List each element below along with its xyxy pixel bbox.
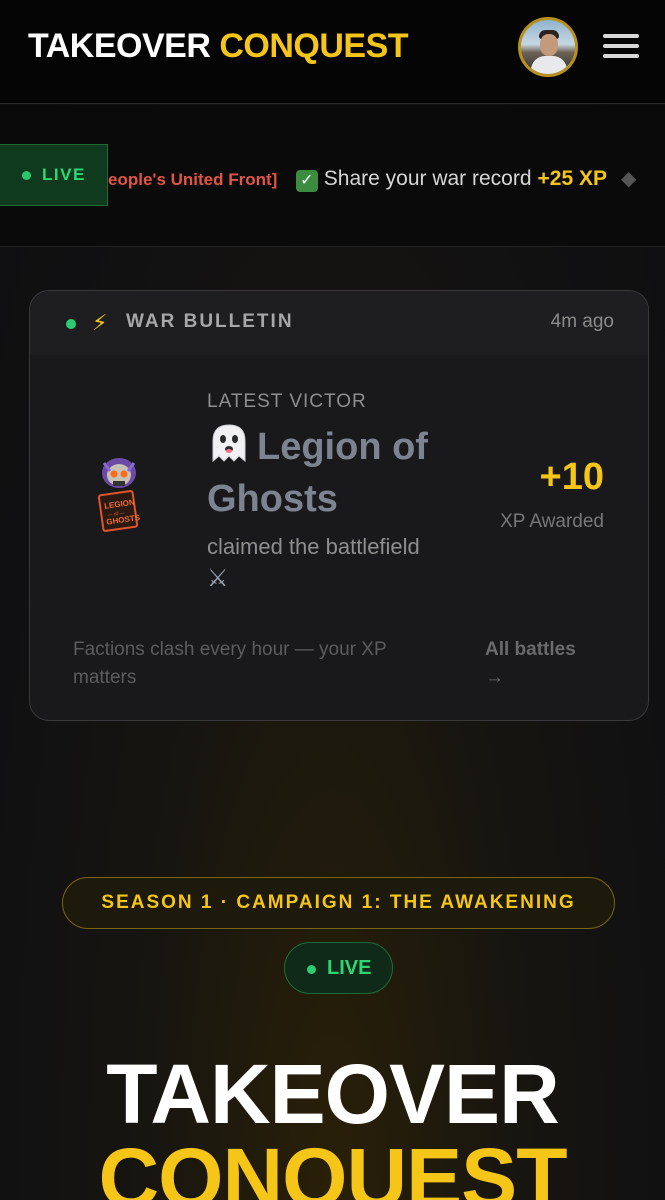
brand-logo[interactable]: TAKEOVER CONQUEST [28, 26, 409, 66]
xp-awarded-value: +10 [539, 456, 604, 498]
ticker-track: eople's United Front] ✓ Share your war re… [108, 157, 665, 201]
ghost-icon [212, 424, 246, 463]
ticker-share-text: Share your war record [323, 167, 532, 190]
hero-title: TAKEOVER CONQUEST [0, 1052, 665, 1200]
bulletin-header: ⚡ WAR BULLETIN 4m ago [30, 291, 648, 355]
lightning-bolt-icon: ⚡ [92, 310, 108, 335]
page: TAKEOVER CONQUEST eople's United Front] … [0, 0, 665, 1200]
ticker-live-chip: LIVE [0, 144, 108, 206]
latest-victor-label: LATEST VICTOR [207, 391, 367, 412]
all-battles-link[interactable]: All battles → [485, 636, 595, 692]
live-dot-icon [22, 171, 31, 180]
season-campaign-badge: SEASON 1 · CAMPAIGN 1: THE AWAKENING [62, 877, 615, 929]
hero-title-line-2: CONQUEST [98, 1131, 567, 1200]
brand-word-conquest: CONQUEST [219, 27, 409, 65]
avatar-face [540, 34, 558, 56]
bulletin-footer-note: Factions clash every hour — your XP matt… [73, 639, 387, 688]
ticker-share-item[interactable]: ✓ Share your war record +25 XP ◆ [292, 157, 637, 201]
avatar[interactable] [518, 17, 578, 77]
season-live-badge: LIVE [284, 942, 393, 994]
ticker-faction-name[interactable]: eople's United Front] [108, 158, 277, 201]
live-dot-icon [66, 319, 76, 329]
victor-faction-name[interactable]: Legion of Ghosts [207, 421, 477, 525]
live-dot-icon [307, 965, 316, 974]
top-header: TAKEOVER CONQUEST [0, 0, 665, 104]
war-bulletin-card[interactable]: ⚡ WAR BULLETIN 4m ago LEGION — of — GHOS… [29, 290, 649, 721]
xp-awarded-label: XP Awarded [500, 511, 604, 532]
bulletin-time: 4m ago [550, 311, 614, 332]
crossed-swords-icon: ⚔ [207, 565, 229, 592]
faction-badge-icon: LEGION — of — GHOSTS [97, 458, 141, 532]
avatar-body [531, 56, 567, 74]
menu-line [603, 44, 639, 48]
brand-word-takeover: TAKEOVER [28, 27, 211, 65]
check-icon: ✓ [295, 169, 318, 192]
hero-title-line-1: TAKEOVER [106, 1047, 559, 1141]
claimed-label: claimed the battlefield [207, 534, 420, 559]
hamburger-menu-icon[interactable] [603, 34, 639, 62]
diamond-separator-icon: ◆ [621, 168, 637, 190]
menu-line [603, 34, 639, 38]
ticker-xp-reward: +25 XP [537, 167, 608, 190]
claimed-text: claimed the battlefield ⚔ [207, 531, 477, 595]
ticker-live-label: LIVE [42, 165, 86, 184]
menu-line [603, 54, 639, 58]
bulletin-label: WAR BULLETIN [126, 311, 294, 332]
season-live-label: LIVE [327, 957, 372, 979]
